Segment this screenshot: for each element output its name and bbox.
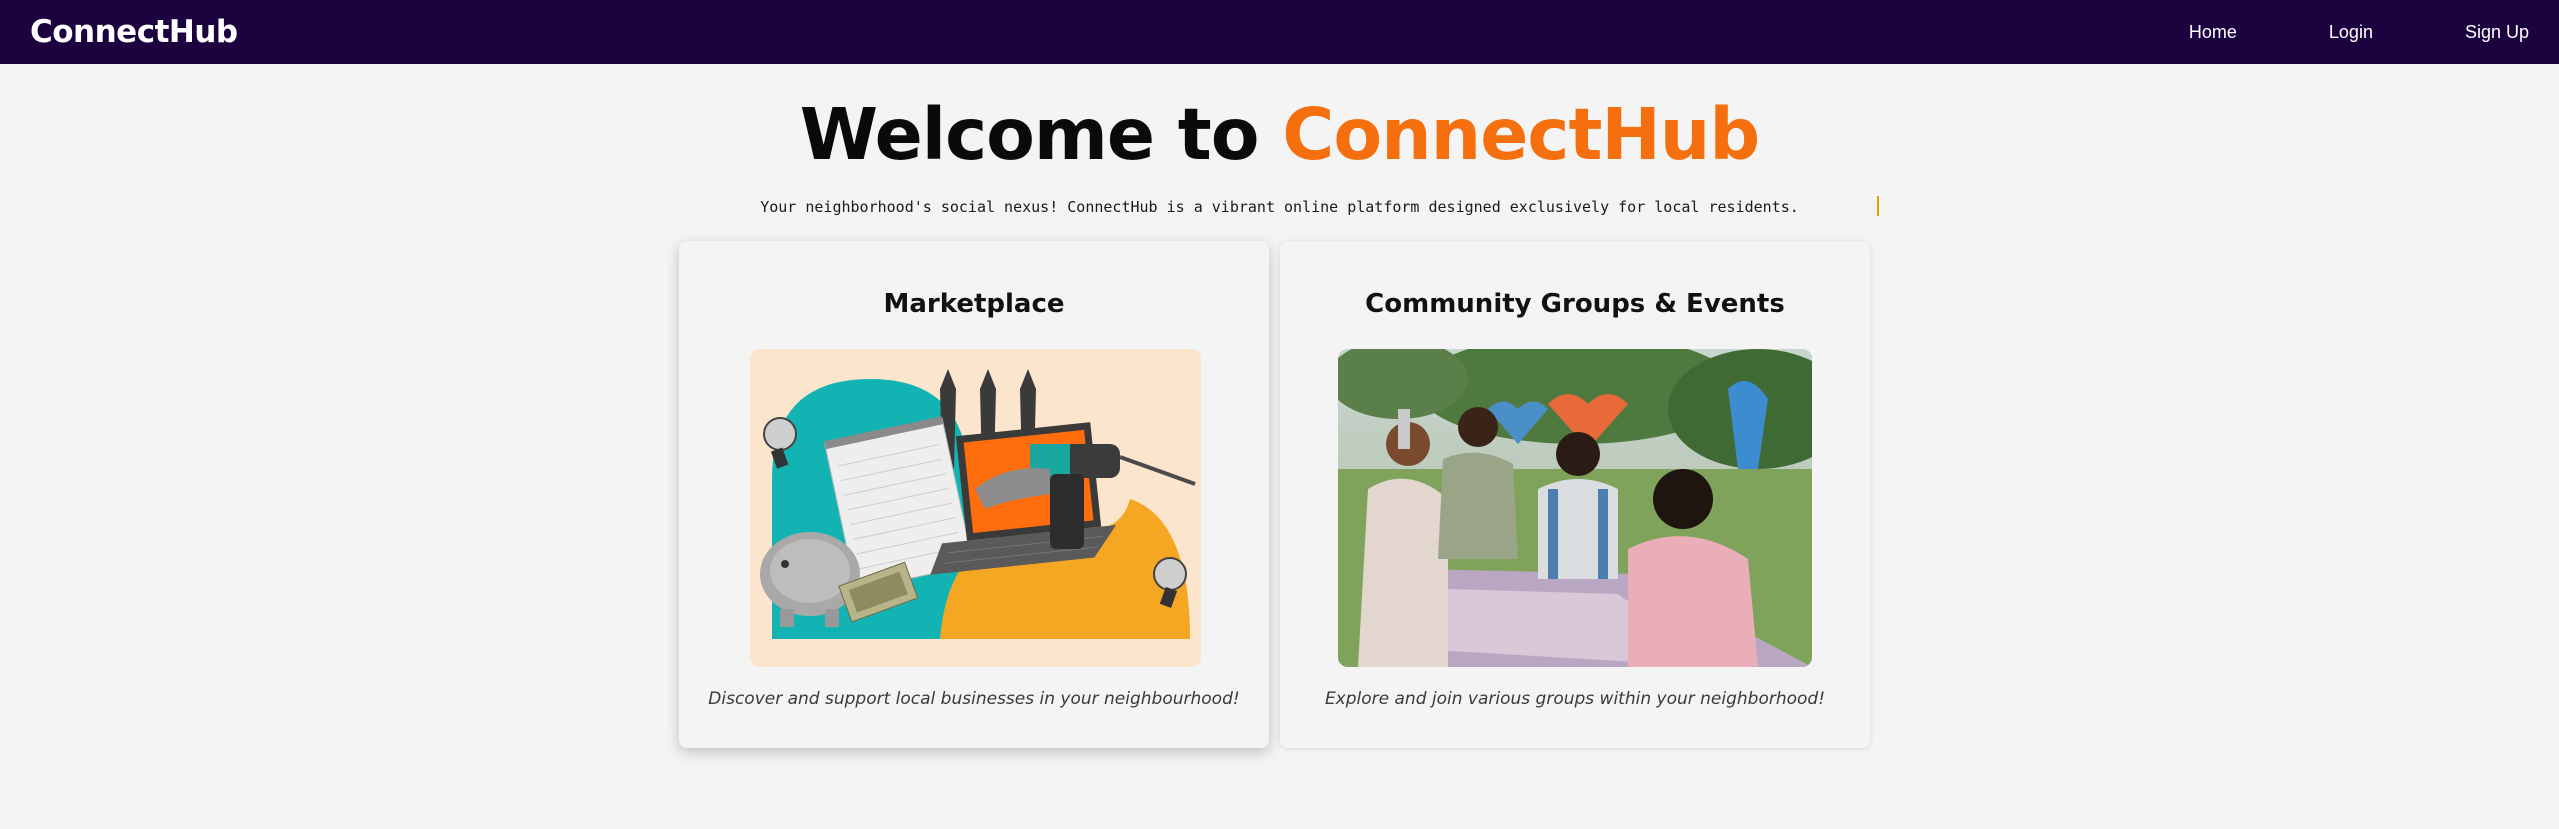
- hero-title-brand: ConnectHub: [1282, 93, 1760, 176]
- hero-title-prefix: Welcome to: [799, 93, 1283, 176]
- marketplace-illustration: [750, 349, 1201, 667]
- hero-title: Welcome to ConnectHub: [0, 90, 2559, 180]
- marketplace-card[interactable]: Marketplace Discover and support local b…: [679, 241, 1269, 748]
- community-groups-card-caption: Explore and join various groups within y…: [1324, 689, 1826, 709]
- community-groups-card[interactable]: Community Groups & Events Explore and jo…: [1280, 241, 1870, 748]
- nav-links: Home Login Sign Up: [2189, 22, 2529, 43]
- brand-logo-link[interactable]: ConnectHub: [30, 14, 238, 50]
- typing-caret: [1877, 196, 1879, 216]
- nav-signup-link[interactable]: Sign Up: [2465, 22, 2529, 43]
- community-groups-card-title: Community Groups & Events: [1365, 289, 1785, 319]
- top-navbar: ConnectHub Home Login Sign Up: [0, 0, 2559, 64]
- hero-tagline: Your neighborhood's social nexus! Connec…: [760, 198, 1799, 216]
- marketplace-card-title: Marketplace: [883, 289, 1065, 319]
- marketplace-card-caption: Discover and support local businesses in…: [708, 689, 1240, 709]
- community-groups-photo: [1338, 349, 1812, 667]
- nav-home-link[interactable]: Home: [2189, 22, 2237, 43]
- nav-login-link[interactable]: Login: [2329, 22, 2373, 43]
